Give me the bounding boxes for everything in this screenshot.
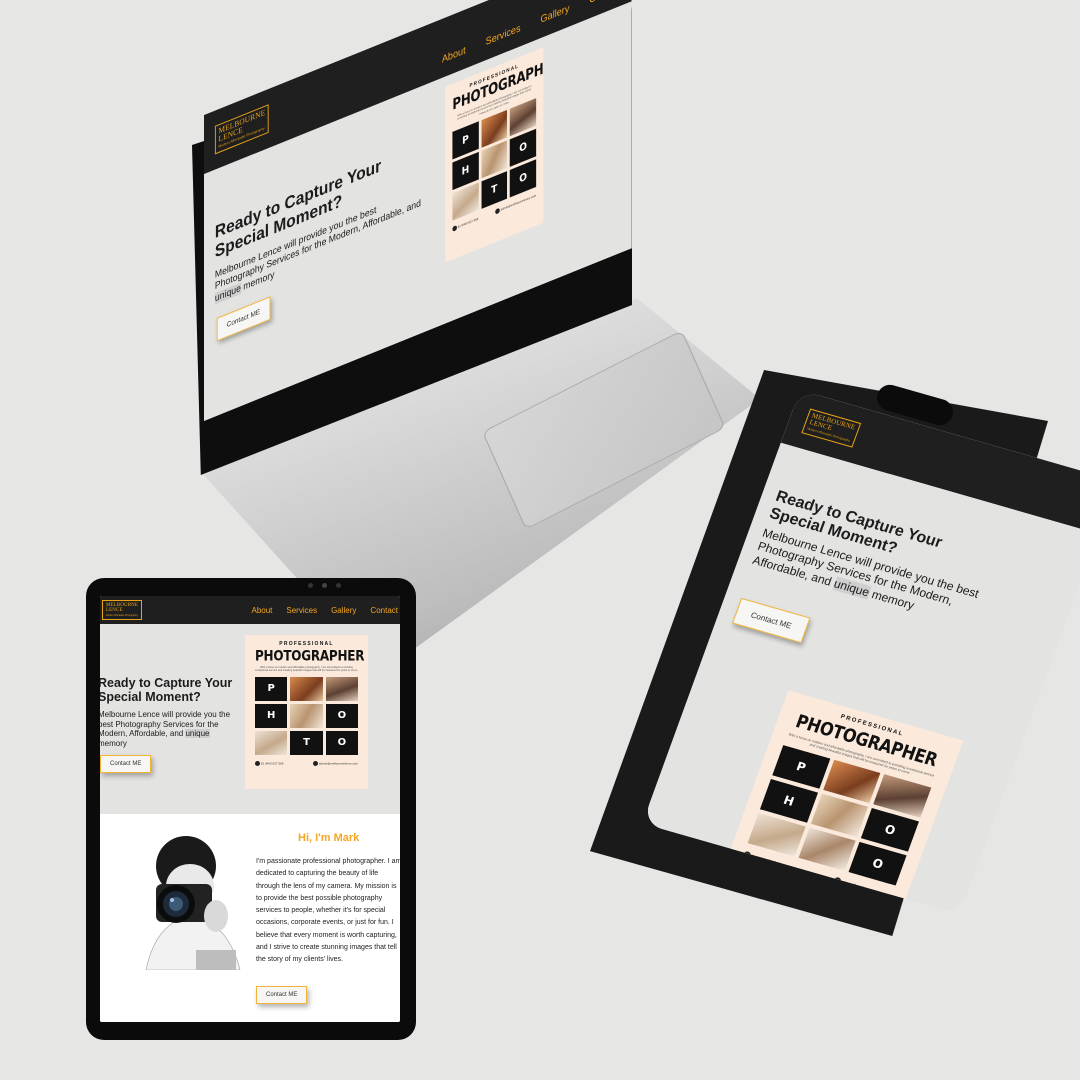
- site-logo[interactable]: MELBOURNE LENCE Modern Affordable Photog…: [102, 599, 143, 621]
- tagline-text-end: memory: [100, 738, 127, 748]
- contact-button[interactable]: Contact ME: [100, 755, 152, 773]
- nav-contact[interactable]: Contact: [589, 0, 620, 6]
- phone-screen: MELBOURNE LENCE Modern Affordable Photog…: [642, 390, 1080, 915]
- nav-services[interactable]: Services: [286, 606, 317, 615]
- site-logo[interactable]: MELBOURNE LENCE Modern Affordable Photog…: [801, 408, 861, 448]
- nav-services[interactable]: Services: [486, 22, 521, 47]
- nav-about[interactable]: About: [251, 606, 272, 615]
- about-bio: I'm passionate professional photographer…: [256, 858, 400, 963]
- site-navbar: MELBOURNE LENCE Modern Affordable Photog…: [100, 596, 400, 624]
- tagline-highlight: unique: [185, 729, 210, 739]
- photographer-photo: [136, 830, 246, 970]
- poster-letter-o: O: [325, 703, 358, 728]
- logo-line2: LENCE: [106, 607, 123, 613]
- tablet-device: MELBOURNE LENCE Modern Affordable Photog…: [86, 578, 416, 1040]
- poster-phone-text: 61 0400 027 568: [457, 216, 479, 230]
- phone-icon: [255, 760, 260, 766]
- poster-phone-text: 61 0400 027 568: [260, 761, 284, 766]
- poster-letter-p: P: [255, 676, 288, 701]
- nav-links: About Services Gallery Contact: [251, 606, 398, 615]
- hero-headline: Ready to Capture Your Special Moment?: [100, 676, 233, 704]
- poster-photo: [255, 730, 288, 755]
- contact-button[interactable]: Contact ME: [732, 597, 811, 644]
- nav-contact[interactable]: Contact: [370, 606, 398, 615]
- poster-photo: [290, 703, 323, 728]
- poster-title: PHOTOGRAPHER: [255, 647, 365, 665]
- hero-tagline: Melbourne Lence will provide you the bes…: [100, 710, 238, 748]
- poster-phone: 61 0400 027 568: [255, 760, 284, 766]
- nav-gallery[interactable]: Gallery: [331, 606, 356, 615]
- poster-email: admin@melbournelence.com: [313, 760, 358, 766]
- poster-letter-t: T: [290, 730, 323, 755]
- poster-email-text: admin@melbournelence.com: [318, 761, 358, 766]
- photographer-poster: PROFESSIONAL PHOTOGRAPHER With a focus o…: [445, 47, 544, 263]
- contact-button[interactable]: Contact ME: [216, 296, 271, 342]
- nav-about[interactable]: About: [442, 44, 466, 65]
- about-contact-button[interactable]: Contact ME: [256, 986, 308, 1004]
- poster-kicker: PROFESSIONAL: [279, 641, 334, 647]
- poster-photo: [290, 676, 323, 701]
- poster-letter-o2: O: [325, 730, 358, 755]
- hero-section: Ready to Capture Your Special Moment? Me…: [100, 624, 400, 814]
- tagline-text: Melbourne Lence will provide you the bes…: [100, 710, 231, 739]
- nav-gallery[interactable]: Gallery: [541, 3, 570, 26]
- tablet-screen: MELBOURNE LENCE Modern Affordable Photog…: [100, 596, 400, 1022]
- poster-blurb: With a focus on modern and affordable ph…: [255, 666, 358, 673]
- tablet-camera: [308, 583, 313, 588]
- logo-tagline: Modern Affordable Photography: [106, 614, 138, 617]
- poster-letter-h: H: [255, 703, 288, 728]
- site-logo[interactable]: MELBOURNE LENCE Modern Affordable Photog…: [214, 104, 269, 155]
- photographer-poster: PROFESSIONAL PHOTOGRAPHER With a focus o…: [245, 635, 368, 789]
- about-section: Hi, I'm Mark I'm passionate professional…: [100, 814, 400, 1022]
- email-icon: [495, 207, 500, 215]
- about-heading: Hi, I'm Mark: [298, 832, 360, 844]
- poster-photo: [325, 676, 358, 701]
- phone-icon: [452, 225, 457, 232]
- email-icon: [313, 760, 319, 766]
